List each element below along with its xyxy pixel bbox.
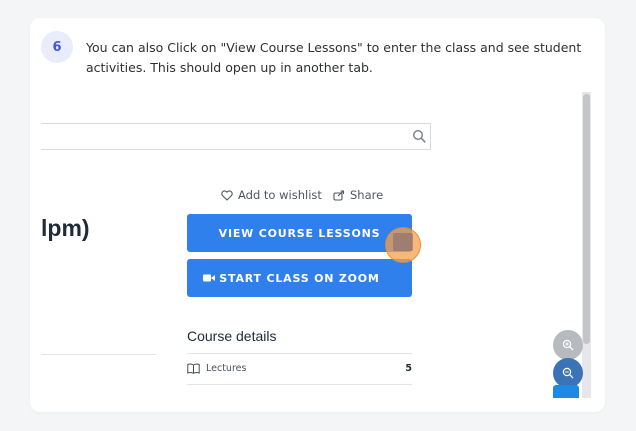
zoom-out-icon xyxy=(562,367,574,379)
zoom-in-icon xyxy=(562,339,574,351)
lectures-divider xyxy=(187,384,412,385)
heart-icon xyxy=(221,189,233,201)
zoom-in-button[interactable] xyxy=(553,330,583,360)
video-camera-icon xyxy=(203,274,215,282)
lectures-count: 5 xyxy=(405,363,412,374)
start-class-on-zoom-button[interactable]: START CLASS ON ZOOM xyxy=(187,259,412,297)
details-divider xyxy=(187,353,412,354)
step-instruction: You can also Click on "View Course Lesso… xyxy=(86,40,582,75)
start-zoom-label: START CLASS ON ZOOM xyxy=(219,271,380,285)
step-number-badge: 6 xyxy=(41,31,73,63)
wishlist-link[interactable]: Add to wishlist xyxy=(221,188,322,202)
share-icon xyxy=(333,189,345,201)
search-input[interactable] xyxy=(41,123,431,150)
zoom-out-button[interactable] xyxy=(553,358,583,388)
view-lessons-label: VIEW COURSE LESSONS xyxy=(218,226,381,240)
left-divider xyxy=(41,354,156,355)
floating-action-button[interactable] xyxy=(553,385,579,398)
course-title-fragment: lpm) xyxy=(41,215,90,241)
embedded-screenshot: lpm) Add to wishlist Share VIEW COURSE L… xyxy=(41,92,591,398)
share-link[interactable]: Share xyxy=(333,188,383,202)
cursor-highlight xyxy=(393,233,413,251)
scrollbar-thumb[interactable] xyxy=(583,94,590,344)
wishlist-label: Add to wishlist xyxy=(238,188,322,202)
course-details-title: Course details xyxy=(187,328,277,344)
lectures-label: Lectures xyxy=(206,363,247,374)
share-label: Share xyxy=(350,188,384,202)
search-icon[interactable] xyxy=(412,129,426,143)
book-icon xyxy=(187,363,200,374)
click-indicator xyxy=(385,227,421,263)
lectures-row: Lectures 5 xyxy=(187,363,412,374)
view-course-lessons-button[interactable]: VIEW COURSE LESSONS xyxy=(187,214,412,252)
